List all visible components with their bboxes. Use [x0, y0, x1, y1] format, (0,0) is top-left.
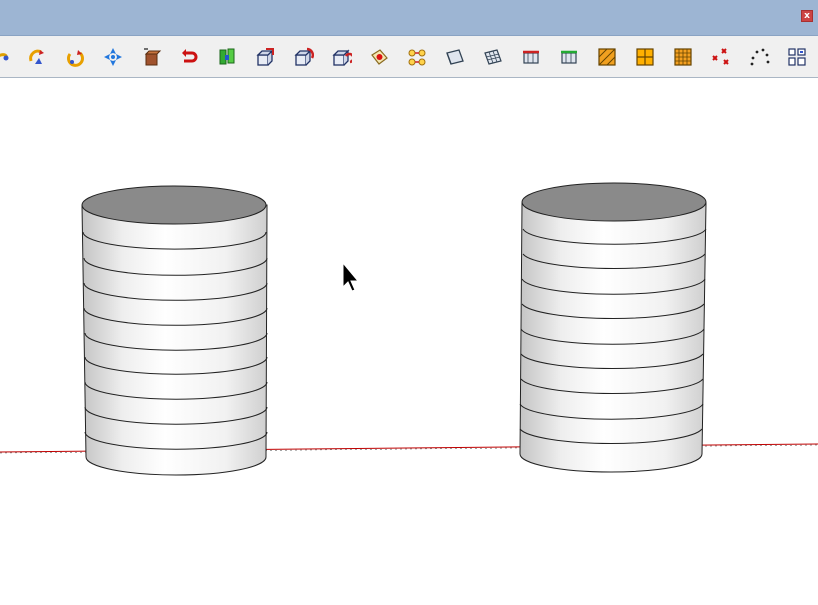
rotate-icon	[29, 49, 44, 64]
tool-flip-box[interactable]	[326, 42, 356, 72]
tool-mesh-grid[interactable]	[478, 42, 508, 72]
tool-orbit[interactable]	[60, 42, 90, 72]
move-axis-icon	[104, 48, 122, 66]
tool-quad-split[interactable]	[630, 42, 660, 72]
tool-push-pull[interactable]	[136, 42, 166, 72]
scene	[0, 182, 818, 476]
layout-grid-icon	[788, 48, 806, 66]
tool-red-plane[interactable]	[516, 42, 546, 72]
tool-grid-plane[interactable]	[440, 42, 470, 72]
sketchup-window: x	[0, 0, 818, 605]
tool-grid-fill[interactable]	[668, 42, 698, 72]
tool-move[interactable]	[98, 42, 128, 72]
mesh-grid-icon	[484, 49, 502, 65]
group-select-icon	[408, 49, 426, 66]
tool-arc[interactable]	[744, 42, 774, 72]
quad-split-icon	[636, 48, 654, 66]
cylinder-left-top	[81, 185, 267, 225]
undo-curve-icon	[182, 49, 198, 63]
rotate-box-icon	[294, 47, 314, 66]
close-button[interactable]: x	[801, 10, 813, 22]
toolbar	[0, 36, 818, 78]
push-pull-icon	[144, 48, 162, 66]
hatch-fill-icon	[598, 48, 616, 66]
tool-rotate-box[interactable]	[288, 42, 318, 72]
tool-components[interactable]	[212, 42, 242, 72]
model-viewport[interactable]	[0, 78, 818, 605]
green-plane-icon	[561, 50, 577, 64]
grid-fill-icon	[674, 48, 692, 66]
tool-scatter[interactable]	[706, 42, 736, 72]
cylinder-right[interactable]	[519, 182, 707, 473]
grid-plane-icon	[446, 49, 464, 65]
flip-box-icon	[332, 49, 352, 66]
orbit-icon	[67, 50, 84, 67]
arc-dots-icon	[750, 48, 770, 66]
scale-box-icon	[256, 48, 274, 66]
cylinder-left[interactable]	[81, 185, 268, 476]
tool-rotate[interactable]	[22, 42, 52, 72]
scatter-points-icon	[712, 48, 729, 65]
tool-undo-curve[interactable]	[174, 42, 204, 72]
red-plane-icon	[523, 50, 539, 64]
tool-group-select[interactable]	[402, 42, 432, 72]
tool-hatch-fill[interactable]	[592, 42, 622, 72]
tool-scale-box[interactable]	[250, 42, 280, 72]
tool-green-plane[interactable]	[554, 42, 584, 72]
cylinder-right-top	[521, 182, 707, 222]
title-bar: x	[0, 0, 818, 36]
arrow-cursor-icon	[342, 261, 360, 292]
tool-paint[interactable]	[364, 42, 394, 72]
tool-layout-grid[interactable]	[782, 42, 812, 72]
components-icon	[219, 48, 235, 65]
follow-me-icon	[0, 53, 9, 61]
paint-bucket-icon	[371, 49, 388, 65]
tool-follow-me[interactable]	[0, 42, 16, 72]
